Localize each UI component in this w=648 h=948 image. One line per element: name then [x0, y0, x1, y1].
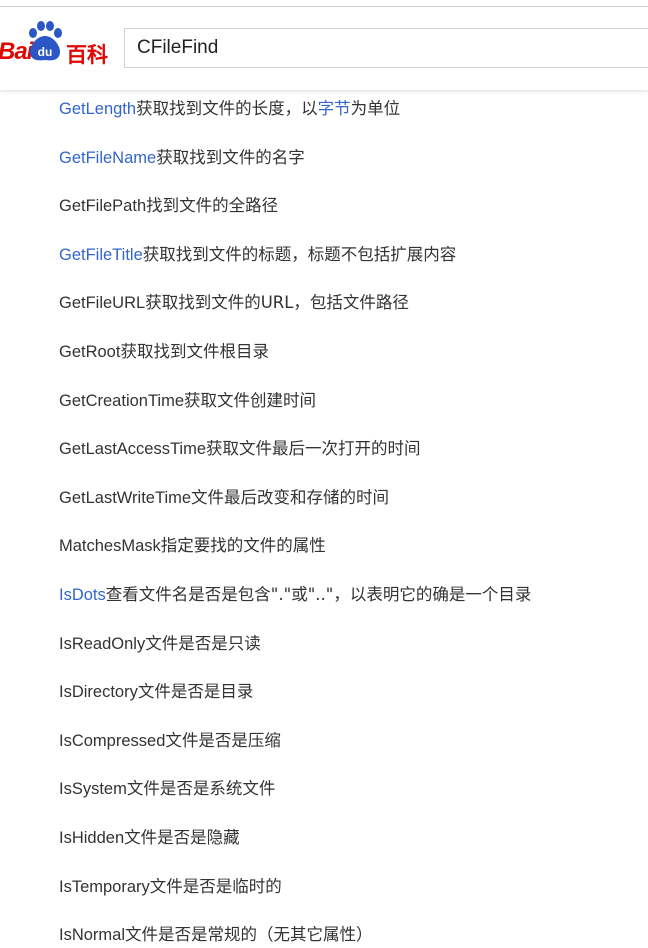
function-description: 获取找到文件的URL，包括文件路径 [145, 293, 409, 313]
logo-text-baike: 百科 [66, 43, 108, 67]
paw-icon: du [25, 20, 65, 66]
function-name-link[interactable]: IsDots [59, 586, 106, 604]
function-name: GetLastAccessTime [59, 440, 207, 459]
function-description: 找到文件的全路径 [146, 196, 279, 216]
function-name: MatchesMask [59, 537, 161, 556]
function-name: IsReadOnly [59, 634, 146, 653]
function-name: GetFileURL [59, 294, 146, 313]
list-item: IsDirectory文件是否是目录 [59, 681, 253, 703]
function-name-link[interactable]: GetFileTitle [59, 246, 143, 264]
list-item: GetLength获取找到文件的长度，以字节为单位 [59, 98, 400, 120]
header-divider [0, 6, 648, 7]
list-item: GetFileURL获取找到文件的URL，包括文件路径 [59, 292, 409, 314]
list-item: IsCompressed文件是否是压缩 [59, 730, 281, 752]
list-item: MatchesMask指定要找的文件的属性 [59, 535, 326, 557]
list-item: GetRoot获取找到文件根目录 [59, 341, 269, 363]
function-name-link[interactable]: GetLength [59, 100, 136, 118]
search-input[interactable] [125, 29, 648, 67]
function-name: GetCreationTime [59, 391, 185, 410]
function-description: 获取找到文件的名字 [156, 147, 305, 167]
function-name: IsHidden [59, 829, 125, 847]
list-item: GetFilePath找到文件的全路径 [59, 195, 278, 217]
list-item: GetLastAccessTime获取文件最后一次打开的时间 [59, 438, 421, 460]
list-item: IsDots查看文件名是否是包含"."或".."，以表明它的确是一个目录 [59, 584, 531, 606]
list-item: GetFileTitle获取找到文件的标题，标题不包括扩展内容 [59, 244, 456, 266]
logo-text-du: du [38, 45, 53, 59]
function-description: 文件是否是隐藏 [124, 828, 240, 847]
list-item: IsNormal文件是否是常规的（无其它属性） [59, 924, 373, 946]
function-description: 文件是否是压缩 [165, 730, 281, 750]
function-description: 文件是否是临时的 [149, 876, 282, 896]
function-description-tail: 为单位 [350, 99, 401, 118]
function-name: GetLastWriteTime [59, 488, 192, 507]
function-name: IsNormal [59, 926, 126, 945]
function-name: IsDirectory [59, 683, 138, 702]
list-item: GetCreationTime获取文件创建时间 [59, 390, 316, 412]
function-description: 获取找到文件的长度，以 [136, 99, 318, 118]
function-description: 获取文件创建时间 [184, 390, 317, 410]
site-header: Bai du 百科 [0, 0, 648, 90]
list-item: IsTemporary文件是否是临时的 [59, 876, 282, 898]
function-name-link[interactable]: GetFileName [59, 149, 156, 167]
list-item: IsReadOnly文件是否是只读 [59, 633, 261, 655]
function-name: IsCompressed [59, 731, 166, 750]
function-description: 文件是否是常规的（无其它属性） [125, 925, 373, 945]
description-link[interactable]: 字节 [318, 99, 351, 118]
function-name: GetFilePath [59, 197, 147, 216]
function-description: 获取找到文件的标题，标题不包括扩展内容 [142, 244, 457, 264]
function-name: IsTemporary [59, 877, 150, 896]
function-description: 查看文件名是否是包含"."或".."，以表明它的确是一个目录 [105, 585, 532, 604]
function-name: GetRoot [59, 343, 121, 361]
function-name: IsSystem [59, 780, 127, 799]
function-description: 文件最后改变和存储的时间 [191, 487, 390, 507]
function-description: 文件是否是只读 [145, 633, 261, 653]
list-item: GetFileName获取找到文件的名字 [59, 147, 305, 169]
list-item: IsHidden文件是否是隐藏 [59, 827, 240, 849]
baidu-baike-logo[interactable]: Bai du 百科 [0, 18, 116, 68]
function-description: 文件是否是目录 [137, 682, 254, 702]
list-item: IsSystem文件是否是系统文件 [59, 778, 275, 800]
function-description: 指定要找的文件的属性 [160, 536, 326, 556]
search-box [124, 28, 648, 68]
function-description: 获取找到文件根目录 [120, 342, 269, 361]
function-description: 获取文件最后一次打开的时间 [206, 439, 421, 459]
list-item: GetLastWriteTime文件最后改变和存储的时间 [59, 487, 389, 509]
function-description: 文件是否是系统文件 [126, 779, 276, 799]
